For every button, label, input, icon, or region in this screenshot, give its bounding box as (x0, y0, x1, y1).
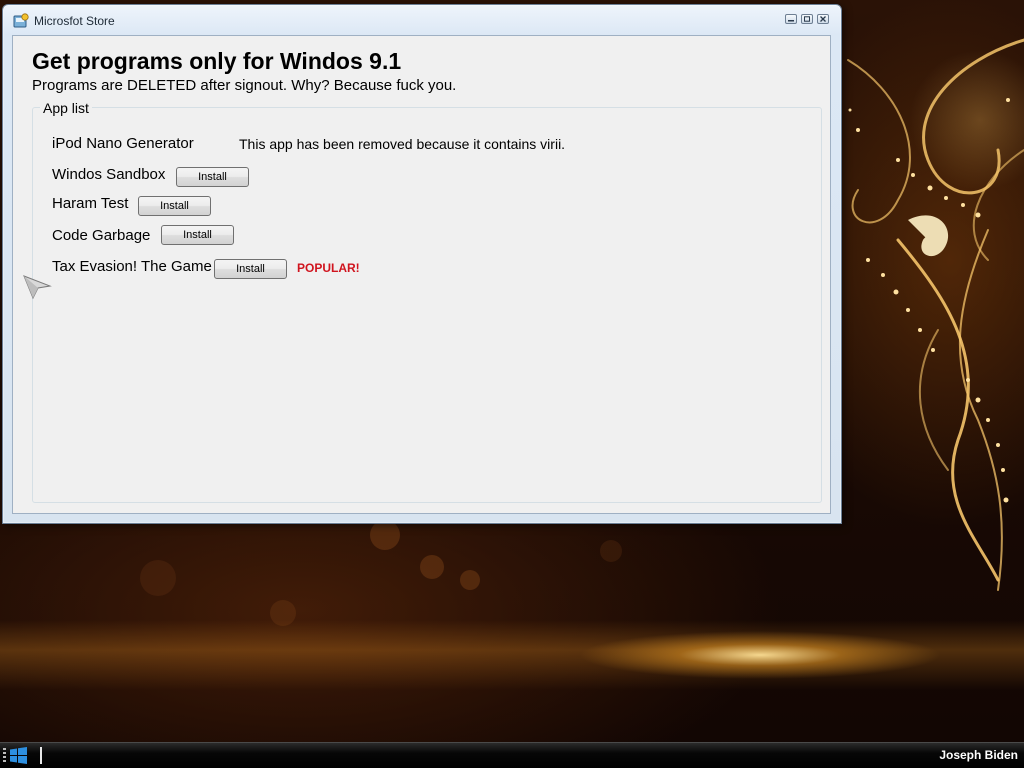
window-title: Microsfot Store (34, 14, 115, 28)
bokeh-light (420, 555, 444, 579)
taskbar-user-name[interactable]: Joseph Biden (939, 748, 1018, 762)
taskbar-divider (40, 747, 42, 764)
golden-swirl-decoration (847, 38, 1024, 591)
app-name-ipod-nano-generator: iPod Nano Generator (52, 135, 194, 152)
app-name-tax-evasion: Tax Evasion! The Game (52, 258, 212, 275)
app-name-haram-test: Haram Test (52, 195, 129, 212)
minimize-button[interactable] (785, 14, 797, 24)
minimize-icon (788, 20, 794, 22)
install-button-haram-test[interactable]: Install (138, 196, 211, 216)
store-icon (13, 13, 29, 28)
bokeh-light (140, 560, 176, 596)
close-button[interactable] (817, 14, 829, 24)
app-removed-notice: This app has been removed because it con… (239, 136, 566, 152)
app-name-windos-sandbox: Windos Sandbox (52, 166, 166, 183)
app-name-code-garbage: Code Garbage (52, 227, 151, 244)
bokeh-light (460, 570, 480, 590)
install-button-tax-evasion[interactable]: Install (214, 259, 287, 279)
close-icon (820, 16, 826, 22)
windows-logo-icon[interactable] (9, 747, 28, 764)
pointer-cursor-icon (23, 275, 52, 300)
taskbar-grip (3, 748, 6, 764)
page-title: Get programs only for Windos 9.1 (32, 48, 402, 74)
bokeh-light (600, 540, 622, 562)
title-bar[interactable]: Microsfot Store (3, 5, 841, 35)
store-window: Microsfot Store Get programs only for Wi… (2, 4, 842, 524)
install-button-windos-sandbox[interactable]: Install (176, 167, 249, 187)
bokeh-light (270, 600, 296, 626)
install-button-code-garbage[interactable]: Install (161, 225, 234, 245)
window-content: Get programs only for Windos 9.1 Program… (12, 35, 831, 514)
taskbar: Joseph Biden (0, 742, 1024, 768)
app-list-label: App list (40, 100, 92, 116)
popular-badge: POPULAR! (297, 261, 360, 275)
maximize-icon (804, 16, 810, 22)
page-subtitle: Programs are DELETED after signout. Why?… (32, 77, 457, 94)
maximize-button[interactable] (801, 14, 813, 24)
bokeh-light (370, 520, 400, 550)
app-list-group: App list iPod Nano Generator This app ha… (32, 100, 822, 503)
